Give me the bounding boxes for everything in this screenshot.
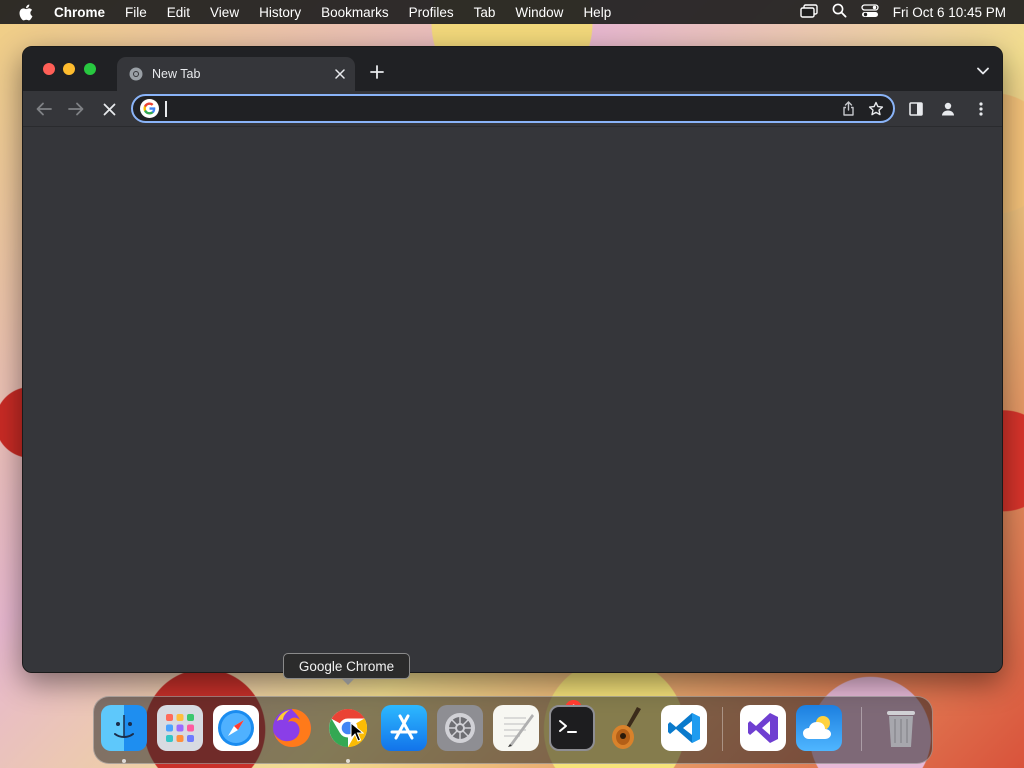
screen-mirroring-icon[interactable] bbox=[800, 3, 818, 21]
chrome-window: New Tab bbox=[22, 46, 1003, 673]
terminal-icon[interactable] bbox=[549, 705, 595, 751]
side-panel-icon[interactable] bbox=[906, 99, 926, 119]
page-content[interactable] bbox=[23, 127, 1002, 672]
garageband-icon[interactable] bbox=[605, 705, 651, 751]
visual-studio-icon[interactable] bbox=[740, 705, 786, 751]
chrome-icon[interactable] bbox=[325, 705, 371, 751]
system-settings-icon[interactable] bbox=[437, 705, 483, 751]
omnibox-input[interactable] bbox=[172, 97, 837, 120]
finder-icon[interactable] bbox=[101, 705, 147, 751]
menu-help[interactable]: Help bbox=[583, 5, 611, 20]
running-indicator bbox=[346, 759, 350, 763]
person-icon[interactable] bbox=[938, 99, 958, 119]
menu-bar-clock[interactable]: Fri Oct 6 10:45 PM bbox=[893, 5, 1006, 20]
browser-toolbar bbox=[23, 91, 1002, 127]
menu-edit[interactable]: Edit bbox=[167, 5, 190, 20]
menu-view[interactable]: View bbox=[210, 5, 239, 20]
firefox-icon[interactable] bbox=[269, 705, 315, 751]
address-bar[interactable] bbox=[131, 94, 895, 123]
menu-bar: Chrome File Edit View History Bookmarks … bbox=[0, 0, 1024, 24]
control-center-icon[interactable] bbox=[861, 3, 879, 21]
kebab-menu-icon[interactable] bbox=[971, 99, 991, 119]
tab-strip: New Tab bbox=[23, 47, 1002, 91]
weather-icon[interactable] bbox=[796, 705, 842, 751]
chevron-down-icon[interactable] bbox=[976, 65, 990, 77]
window-minimize-button[interactable] bbox=[63, 63, 75, 75]
mouse-pointer-icon bbox=[350, 722, 364, 742]
trash-icon[interactable] bbox=[878, 705, 924, 751]
plus-icon[interactable] bbox=[368, 63, 386, 81]
star-icon[interactable] bbox=[865, 98, 887, 120]
textedit-icon[interactable] bbox=[493, 705, 539, 751]
google-g-icon bbox=[140, 99, 159, 118]
safari-icon[interactable] bbox=[213, 705, 259, 751]
dock: 1 bbox=[93, 696, 933, 764]
menu-tab[interactable]: Tab bbox=[474, 5, 496, 20]
menu-history[interactable]: History bbox=[259, 5, 301, 20]
apple-icon[interactable] bbox=[18, 4, 38, 21]
menu-bookmarks[interactable]: Bookmarks bbox=[321, 5, 389, 20]
arrow-left-icon[interactable] bbox=[34, 99, 54, 119]
tab-new-tab[interactable]: New Tab bbox=[117, 57, 355, 91]
dock-separator bbox=[861, 707, 862, 751]
close-icon bbox=[103, 103, 115, 115]
chrome-icon bbox=[129, 67, 143, 81]
arrow-right-icon[interactable] bbox=[66, 99, 86, 119]
menu-bar-status: Fri Oct 6 10:45 PM bbox=[800, 0, 1006, 24]
stop-loading-button[interactable] bbox=[99, 99, 119, 119]
text-cursor bbox=[165, 100, 167, 117]
tab-title: New Tab bbox=[152, 67, 201, 81]
vscode-icon[interactable] bbox=[661, 705, 707, 751]
launchpad-icon[interactable] bbox=[157, 705, 203, 751]
spotlight-search-icon[interactable] bbox=[832, 3, 847, 21]
window-zoom-button[interactable] bbox=[84, 63, 96, 75]
window-close-button[interactable] bbox=[43, 63, 55, 75]
menu-window[interactable]: Window bbox=[515, 5, 563, 20]
close-icon[interactable] bbox=[330, 64, 350, 84]
share-icon[interactable] bbox=[837, 98, 859, 120]
running-indicator bbox=[122, 759, 126, 763]
app-store-icon[interactable] bbox=[381, 705, 427, 751]
dock-tooltip: Google Chrome bbox=[283, 653, 410, 685]
menu-app-name[interactable]: Chrome bbox=[54, 5, 105, 20]
dock-separator bbox=[722, 707, 723, 751]
menu-file[interactable]: File bbox=[125, 5, 147, 20]
menu-profiles[interactable]: Profiles bbox=[409, 5, 454, 20]
